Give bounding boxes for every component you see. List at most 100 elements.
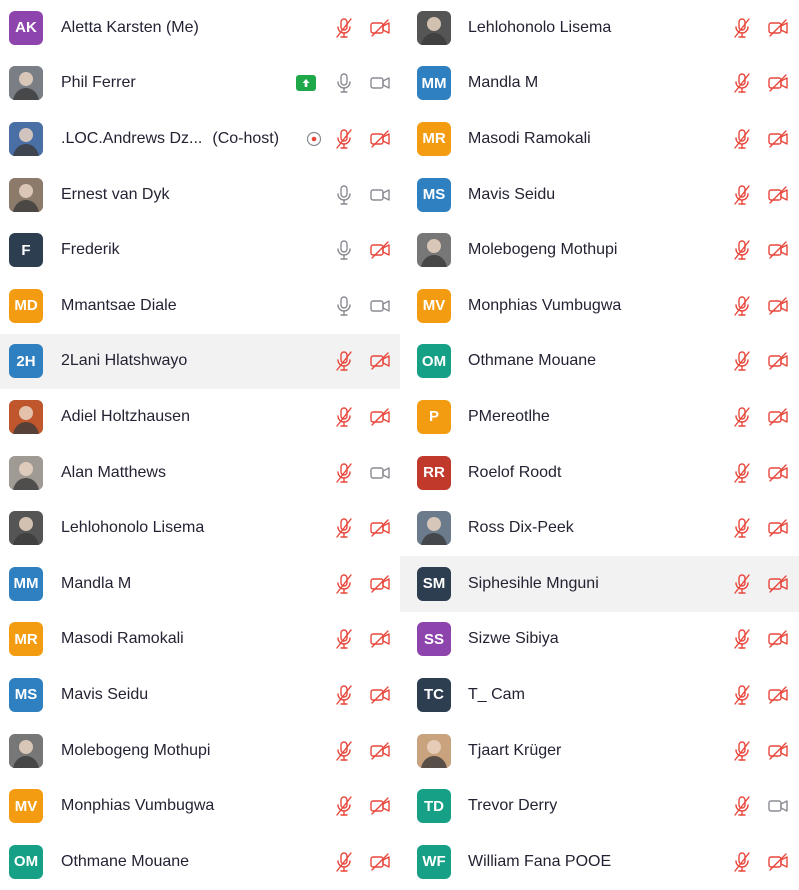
mic-muted-icon[interactable] [332, 850, 356, 874]
mic-muted-icon[interactable] [730, 294, 754, 318]
mic-muted-icon[interactable] [730, 572, 754, 596]
video-icon[interactable] [368, 461, 392, 485]
video-off-icon[interactable] [766, 627, 790, 651]
participant-row[interactable]: MV Monphias Vumbugwa [400, 278, 799, 334]
video-off-icon[interactable] [368, 794, 392, 818]
participant-row[interactable]: AK Aletta Karsten (Me) [0, 0, 400, 56]
video-off-icon[interactable] [766, 739, 790, 763]
video-off-icon[interactable] [368, 405, 392, 429]
participant-row[interactable]: Phil Ferrer [0, 56, 400, 112]
video-off-icon[interactable] [766, 405, 790, 429]
mic-muted-icon[interactable] [332, 683, 356, 707]
video-off-icon[interactable] [766, 516, 790, 540]
screen-share-icon[interactable] [296, 75, 316, 92]
video-icon[interactable] [766, 794, 790, 818]
mic-muted-icon[interactable] [332, 127, 356, 151]
mic-muted-icon[interactable] [730, 71, 754, 95]
video-off-icon[interactable] [368, 627, 392, 651]
video-off-icon[interactable] [766, 16, 790, 40]
video-off-icon[interactable] [368, 683, 392, 707]
participant-row[interactable]: SM Siphesihle Mnguni [400, 555, 799, 612]
participant-row[interactable]: Ernest van Dyk [0, 167, 400, 223]
mic-muted-icon[interactable] [332, 627, 356, 651]
video-off-icon[interactable] [766, 127, 790, 151]
participant-row[interactable]: Lehlohonolo Lisema [400, 0, 799, 56]
mic-muted-icon[interactable] [730, 461, 754, 485]
participant-row[interactable]: MD Mmantsae Diale [0, 278, 400, 334]
mic-icon[interactable] [332, 294, 356, 318]
participant-row[interactable]: Adiel Holtzhausen [0, 389, 400, 445]
video-icon[interactable] [368, 294, 392, 318]
participant-row[interactable]: SS Sizwe Sibiya [400, 612, 799, 668]
participant-row[interactable]: P PMereotlhe [400, 389, 799, 445]
mic-muted-icon[interactable] [730, 683, 754, 707]
participant-row[interactable]: MM Mandla M [400, 56, 799, 112]
video-off-icon[interactable] [368, 127, 392, 151]
mic-icon[interactable] [332, 71, 356, 95]
mic-muted-icon[interactable] [332, 794, 356, 818]
video-off-icon[interactable] [766, 683, 790, 707]
video-off-icon[interactable] [766, 349, 790, 373]
participant-row[interactable]: MR Masodi Ramokali [400, 111, 799, 167]
mic-muted-icon[interactable] [730, 349, 754, 373]
participant-row[interactable]: OM Othmane Mouane [400, 334, 799, 390]
participant-row[interactable]: OM Othmane Mouane [0, 834, 400, 890]
video-off-icon[interactable] [766, 183, 790, 207]
mic-muted-icon[interactable] [332, 349, 356, 373]
mic-muted-icon[interactable] [332, 16, 356, 40]
mic-muted-icon[interactable] [730, 794, 754, 818]
video-icon[interactable] [368, 71, 392, 95]
participant-controls [332, 791, 392, 821]
mic-icon[interactable] [332, 238, 356, 262]
video-off-icon[interactable] [368, 850, 392, 874]
video-off-icon[interactable] [368, 238, 392, 262]
mic-muted-icon[interactable] [730, 627, 754, 651]
participant-row[interactable]: MV Monphias Vumbugwa [0, 778, 400, 834]
mic-muted-icon[interactable] [332, 516, 356, 540]
participant-row[interactable]: Lehlohonolo Lisema [0, 500, 400, 556]
mic-muted-icon[interactable] [730, 739, 754, 763]
mic-muted-icon[interactable] [332, 405, 356, 429]
mic-muted-icon[interactable] [332, 572, 356, 596]
participant-row[interactable]: MR Masodi Ramokali [0, 612, 400, 668]
video-off-icon[interactable] [766, 572, 790, 596]
participant-row[interactable]: .LOC.Andrews Dz... (Co-host) [0, 111, 400, 167]
mic-muted-icon[interactable] [730, 405, 754, 429]
participant-row[interactable]: TC T_ Cam [400, 667, 799, 723]
video-off-icon[interactable] [368, 516, 392, 540]
video-off-icon[interactable] [368, 349, 392, 373]
participant-row[interactable]: MS Mavis Seidu [0, 667, 400, 723]
participant-row[interactable]: WF William Fana POOE [400, 834, 799, 890]
mic-muted-icon[interactable] [332, 461, 356, 485]
participant-row[interactable]: Alan Matthews [0, 445, 400, 501]
mic-muted-icon[interactable] [332, 739, 356, 763]
mic-muted-icon[interactable] [730, 516, 754, 540]
participant-name-text: Masodi Ramokali [468, 129, 591, 147]
video-off-icon[interactable] [766, 294, 790, 318]
participant-row[interactable]: RR Roelof Roodt [400, 445, 799, 501]
video-off-icon[interactable] [368, 572, 392, 596]
video-off-icon[interactable] [766, 71, 790, 95]
participant-row[interactable]: 2H 2Lani Hlatshwayo [0, 333, 400, 390]
participant-row[interactable]: MM Mandla M [0, 556, 400, 612]
video-off-icon[interactable] [766, 850, 790, 874]
participant-row[interactable]: MS Mavis Seidu [400, 167, 799, 223]
participant-name-text: Monphias Vumbugwa [61, 797, 215, 815]
mic-muted-icon[interactable] [730, 850, 754, 874]
video-off-icon[interactable] [368, 739, 392, 763]
participant-row[interactable]: Molebogeng Mothupi [0, 723, 400, 779]
participant-row[interactable]: TD Trevor Derry [400, 778, 799, 834]
mic-muted-icon[interactable] [730, 127, 754, 151]
video-icon[interactable] [368, 183, 392, 207]
mic-icon[interactable] [332, 183, 356, 207]
mic-muted-icon[interactable] [730, 16, 754, 40]
participant-row[interactable]: Tjaart Krüger [400, 723, 799, 779]
video-off-icon[interactable] [766, 238, 790, 262]
mic-muted-icon[interactable] [730, 183, 754, 207]
mic-muted-icon[interactable] [730, 238, 754, 262]
participant-row[interactable]: Ross Dix-Peek [400, 500, 799, 556]
video-off-icon[interactable] [368, 16, 392, 40]
participant-row[interactable]: F Frederik [0, 222, 400, 278]
video-off-icon[interactable] [766, 461, 790, 485]
participant-row[interactable]: Molebogeng Mothupi [400, 222, 799, 278]
